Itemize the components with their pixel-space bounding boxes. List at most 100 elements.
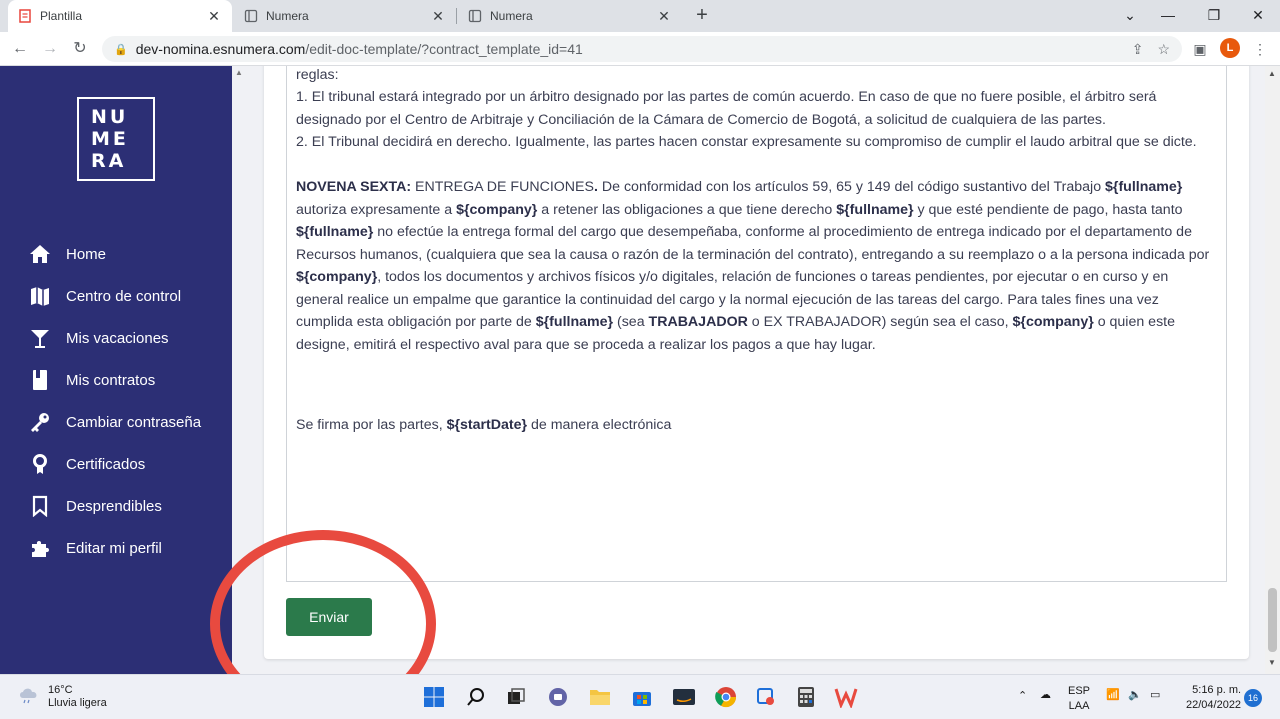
weather-desc: Lluvia ligera: [48, 697, 107, 709]
scroll-up-icon[interactable]: ▲: [1268, 69, 1276, 78]
task-view-icon[interactable]: [502, 683, 530, 711]
weather-widget[interactable]: 16°C Lluvia ligera: [18, 684, 107, 710]
calculator-icon[interactable]: [792, 683, 820, 711]
text-run: ENTREGA DE FUNCIONES: [411, 179, 594, 195]
show-hidden-icons[interactable]: ⌃: [1018, 689, 1027, 702]
onedrive-cloud-icon[interactable]: ☁: [1040, 688, 1051, 701]
address-bar[interactable]: 🔒 dev-nomina.esnumera.com/edit-doc-templ…: [102, 36, 1182, 62]
file-explorer-icon[interactable]: [586, 683, 614, 711]
page-scrollbar[interactable]: ▲ ▼: [1265, 66, 1280, 674]
windows-start-icon[interactable]: [420, 683, 448, 711]
maximize-icon[interactable]: ❐: [1194, 0, 1234, 32]
sidebar-item-editar-mi-perfil[interactable]: Editar mi perfil: [28, 527, 201, 569]
clause-heading: NOVENA SEXTA:: [296, 179, 412, 195]
sidebar-item-centro-de-control[interactable]: Centro de control: [28, 275, 201, 317]
certificate-icon: [28, 452, 52, 476]
system-clock[interactable]: 5:16 p. m. 22/04/2022: [1186, 683, 1241, 713]
search-icon[interactable]: [462, 683, 490, 711]
blank-space: [296, 356, 1218, 414]
main-scroll-up-icon[interactable]: ▲: [232, 66, 246, 80]
clause-novena-sexta: NOVENA SEXTA: ENTREGA DE FUNCIONES. De c…: [296, 176, 1218, 356]
language-indicator[interactable]: ESP LAA: [1068, 684, 1090, 714]
page-favicon-icon: [468, 9, 482, 23]
paragraph: 2. El Tribunal decidirá en derecho. Igua…: [296, 134, 1197, 150]
reload-icon[interactable]: ↻: [68, 37, 92, 61]
home-icon: [28, 242, 52, 266]
tab-close-icon[interactable]: ✕: [206, 8, 222, 25]
sidebar-item-label: Cambiar contraseña: [66, 413, 202, 431]
new-tab-icon[interactable]: +: [690, 4, 714, 28]
sidebar-item-cambiar-contrasena[interactable]: Cambiar contraseña: [28, 401, 201, 443]
page-favicon-icon: [18, 9, 32, 23]
sidebar-item-desprendibles[interactable]: Desprendibles: [28, 485, 201, 527]
template-variable: ${fullname}: [836, 201, 914, 218]
forward-arrow-icon[interactable]: →: [38, 37, 62, 61]
contract-icon: [28, 368, 52, 392]
template-variable: ${startDate}: [446, 417, 528, 433]
send-button[interactable]: Enviar: [286, 598, 372, 636]
side-panel-icon[interactable]: ▣: [1188, 37, 1212, 61]
text-run: De conformidad con los artículos 59, 65 …: [597, 179, 1106, 195]
minimize-icon[interactable]: —: [1148, 0, 1188, 32]
scrollbar-thumb[interactable]: [1268, 588, 1277, 652]
wifi-icon[interactable]: 📶: [1106, 688, 1120, 701]
bookmark-icon: [28, 494, 52, 518]
text-run: y que esté pendiente de pago, hasta tant…: [913, 201, 1183, 218]
browser-menu-icon[interactable]: ⋮: [1248, 37, 1272, 61]
template-variable: ${fullname}: [296, 224, 374, 240]
text-run: de manera electrónica: [527, 417, 672, 433]
store-icon[interactable]: [628, 683, 656, 711]
sidebar-item-label: Editar mi perfil: [66, 539, 162, 557]
weather-temp: 16°C: [48, 684, 73, 696]
template-variable: ${company}: [1012, 314, 1094, 330]
sidebar-nav: Home Centro de control Mis vacaciones Mi…: [28, 233, 201, 569]
teams-chat-icon[interactable]: [544, 683, 572, 711]
tab-title: Numera: [490, 9, 533, 23]
wps-office-icon[interactable]: [832, 683, 860, 711]
tab-title: Numera: [266, 9, 309, 23]
amazon-icon[interactable]: [670, 683, 698, 711]
clock-time: 5:16 p. m.: [1192, 684, 1242, 696]
numera-logo[interactable]: NU ME RA: [77, 97, 155, 181]
key-icon: [28, 410, 52, 434]
browser-toolbar: ← → ↻ 🔒 dev-nomina.esnumera.com/edit-doc…: [0, 32, 1280, 66]
tab-close-icon[interactable]: ✕: [656, 8, 672, 25]
tab-numera-1[interactable]: Numera ✕: [234, 0, 456, 32]
battery-icon[interactable]: ▭: [1150, 688, 1160, 701]
sidebar-item-home[interactable]: Home: [28, 233, 201, 275]
tab-plantilla[interactable]: Plantilla ✕: [8, 0, 232, 32]
page-favicon-icon: [244, 9, 258, 23]
sidebar: NU ME RA Home Centro de control Mis vaca…: [0, 66, 232, 674]
document-body: Dicho Tribunal se sujetará al reglamento…: [296, 66, 1218, 437]
template-variable: ${fullname}: [535, 314, 614, 330]
sidebar-item-mis-vacaciones[interactable]: Mis vacaciones: [28, 317, 201, 359]
sidebar-item-certificados[interactable]: Certificados: [28, 443, 201, 485]
sidebar-item-mis-contratos[interactable]: Mis contratos: [28, 359, 201, 401]
logo-line: NU: [91, 106, 129, 128]
chrome-icon[interactable]: [712, 683, 740, 711]
tab-numera-2[interactable]: Numera ✕: [458, 0, 682, 32]
close-window-icon[interactable]: ✕: [1238, 0, 1278, 32]
main-content: Dicho Tribunal se sujetará al reglamento…: [232, 66, 1265, 674]
volume-icon[interactable]: 🔈: [1128, 688, 1142, 701]
snipping-tool-icon[interactable]: [752, 683, 780, 711]
clock-date: 22/04/2022: [1186, 699, 1242, 711]
document-editor[interactable]: Dicho Tribunal se sujetará al reglamento…: [286, 66, 1227, 582]
cloud-rain-icon: [18, 686, 40, 709]
tab-search-chevron-icon[interactable]: ⌄: [1110, 0, 1150, 32]
signature-line: Se firma por las partes, ${startDate} de…: [296, 414, 1218, 437]
url-host: dev-nomina.esnumera.com: [135, 41, 306, 57]
url-path: /edit-doc-template/?contract_template_id…: [305, 41, 583, 57]
notification-badge[interactable]: 16: [1244, 689, 1262, 707]
tab-separator: [456, 8, 457, 24]
profile-avatar[interactable]: L: [1220, 38, 1240, 58]
sidebar-item-label: Certificados: [66, 455, 146, 473]
back-arrow-icon[interactable]: ←: [8, 37, 32, 61]
scroll-down-icon[interactable]: ▼: [1268, 658, 1276, 667]
text-run: Se firma por las partes,: [296, 417, 447, 433]
language-code: ESP: [1068, 685, 1091, 697]
bookmark-star-icon[interactable]: ☆: [1157, 41, 1170, 58]
tab-close-icon[interactable]: ✕: [430, 8, 446, 25]
share-icon[interactable]: ⇪: [1132, 41, 1144, 58]
